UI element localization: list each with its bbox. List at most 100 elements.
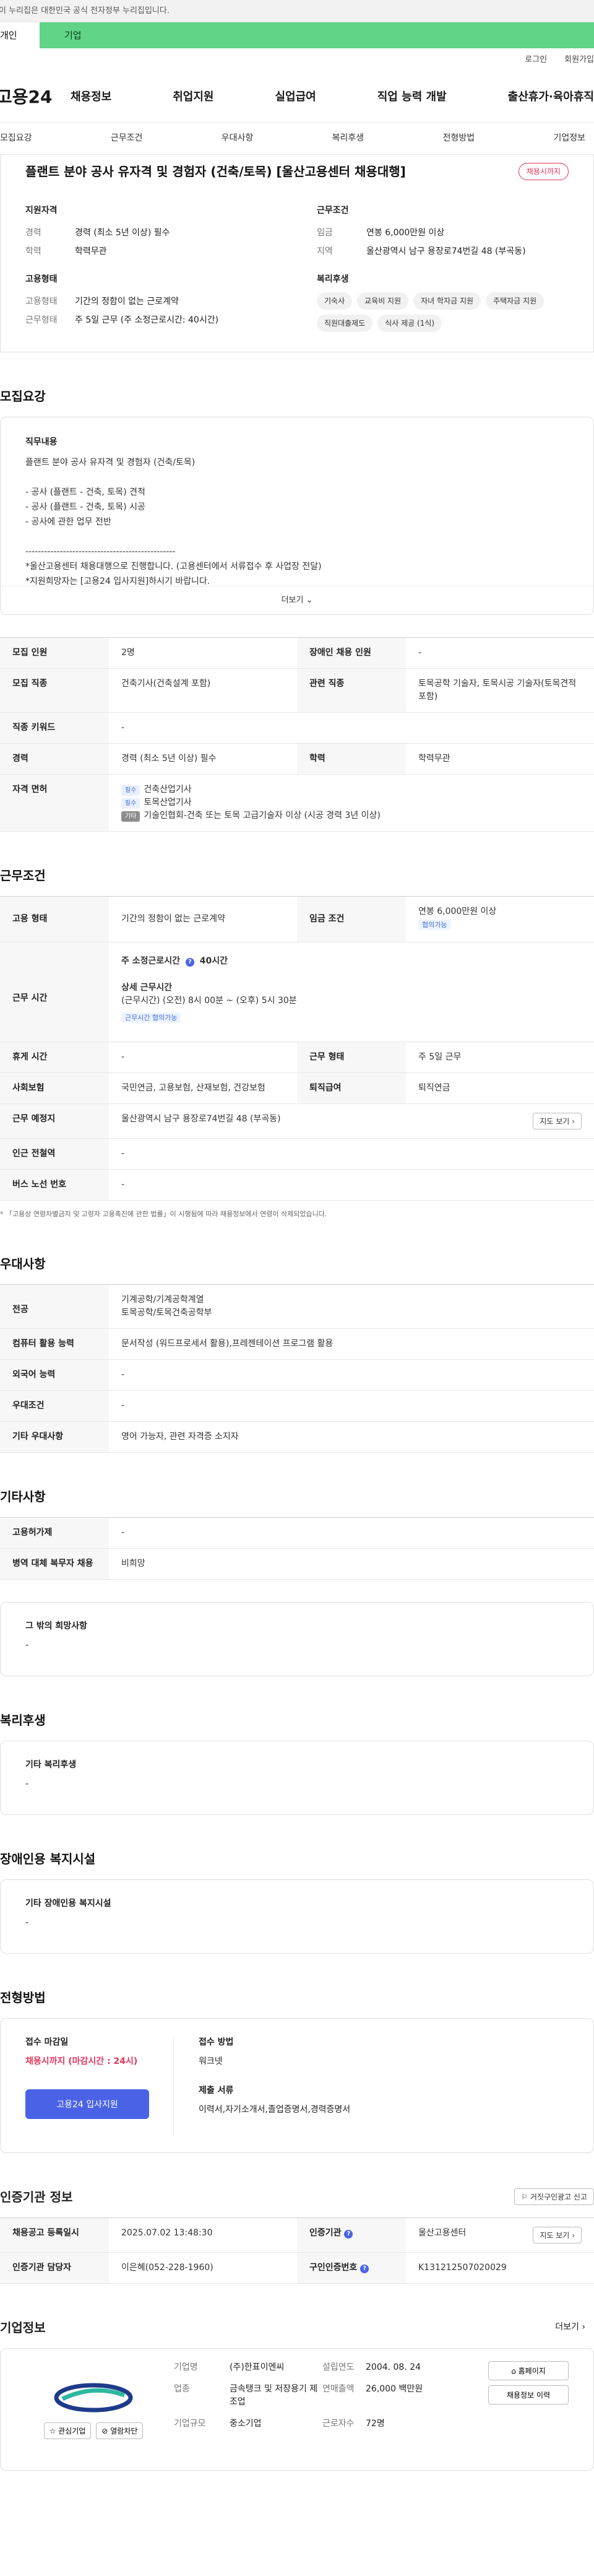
anchor-pref[interactable]: 우대사항 bbox=[222, 132, 254, 145]
section-welfare-title: 복리후생 bbox=[0, 1712, 46, 1728]
gov-banner: 이 누리집은 대한민국 공식 전자정부 누리집입니다. bbox=[0, 0, 594, 22]
company-staff-label: 근로자수 bbox=[322, 2418, 355, 2429]
block-label: 열람차단 bbox=[110, 2427, 138, 2435]
company-more-link[interactable]: 더보기 › bbox=[555, 2321, 585, 2334]
disabled-box-heading: 기타 장애인용 복지시설 bbox=[25, 1898, 111, 1908]
major-item: 토목공학/토목건축공학부 bbox=[121, 1307, 212, 1318]
break-label: 휴게 시간 bbox=[0, 1042, 109, 1073]
welfare-chip: 주택자금 지원 bbox=[486, 292, 544, 310]
more-button[interactable]: 더보기 ⌄ bbox=[1, 586, 593, 614]
report-icon: ⚐ bbox=[521, 2193, 528, 2201]
gnb-item-leave[interactable]: 출산휴가·육아휴직 bbox=[508, 89, 594, 105]
report-button[interactable]: ⚐ 거짓구인광고 신고 bbox=[514, 2188, 594, 2205]
chevron-right-icon: › bbox=[572, 2230, 575, 2240]
gnb-item-employment-support[interactable]: 취업지원 bbox=[173, 89, 213, 105]
gnb-item-jobs[interactable]: 채용정보 bbox=[71, 89, 111, 105]
disabled-label: 장애인 채용 인원 bbox=[297, 637, 406, 669]
summary-conditions: 근무조건 임금 연봉 6,000만원 이상 지역 울산광역시 남구 용장로74번길 … bbox=[317, 204, 583, 261]
welfare-box: 기타 복리후생 - bbox=[0, 1740, 594, 1815]
deadline-value: 채용시까지 (마감시간 : 24시) bbox=[25, 2056, 138, 2066]
welfare-heading: 복리후생 bbox=[317, 274, 349, 284]
career-value: 경력 (최소 5년 이상) 필수 bbox=[75, 228, 170, 238]
place-value: 울산광역시 남구 용장로74번길 48 (부곡동) 지도 보기 › bbox=[109, 1103, 594, 1139]
anchor-company[interactable]: 기업정보 bbox=[553, 132, 585, 145]
etc-pref-label: 기타 우대사항 bbox=[0, 1421, 109, 1453]
section-work-title: 근무조건 bbox=[0, 868, 46, 883]
login-link[interactable]: 로그인 bbox=[525, 54, 547, 66]
subway-value: - bbox=[109, 1138, 594, 1170]
tab-corp[interactable]: 기업 bbox=[40, 22, 594, 48]
hours-detail-value: (근무시간) (오전) 8시 00분 ~ (오후) 5시 30분 bbox=[121, 996, 297, 1006]
info-icon[interactable]: ? bbox=[185, 958, 194, 967]
report-button-label: 거짓구인광고 신고 bbox=[530, 2193, 587, 2201]
pref-cond-value: - bbox=[109, 1390, 594, 1422]
info-icon[interactable]: ? bbox=[344, 2229, 353, 2239]
org-value: 울산고용센터 지도 보기 › bbox=[406, 2217, 594, 2253]
favorite-label: 관심기업 bbox=[58, 2427, 86, 2435]
welfare-box-value: - bbox=[25, 1778, 29, 1789]
cert-id-value: K131212507020029 bbox=[406, 2252, 594, 2284]
keyword-label: 직종 키워드 bbox=[0, 712, 109, 744]
shape-label: 근무 형태 bbox=[297, 1042, 406, 1073]
pref-cond-label: 우대조건 bbox=[0, 1390, 109, 1422]
anchor-recruit[interactable]: 모집요강 bbox=[0, 132, 32, 145]
section-company-title: 기업정보 bbox=[0, 2320, 46, 2335]
anchor-welfare[interactable]: 복리후생 bbox=[332, 132, 364, 145]
license-tag: 필수 bbox=[121, 798, 140, 809]
gov-banner-text: 이 누리집은 대한민국 공식 전자정부 누리집입니다. bbox=[0, 6, 170, 15]
anchor-work[interactable]: 근무조건 bbox=[111, 132, 143, 145]
edu-row-label: 학력 bbox=[297, 743, 406, 775]
hiring-history-button[interactable]: 채용정보 이력 bbox=[488, 2385, 569, 2404]
favorite-company-button[interactable]: ☆ 관심기업 bbox=[43, 2422, 92, 2439]
wage-label: 임금 bbox=[317, 228, 333, 238]
map-button[interactable]: 지도 보기 › bbox=[533, 1113, 582, 1129]
info-icon[interactable]: ? bbox=[360, 2264, 369, 2273]
related-label: 관련 직종 bbox=[297, 668, 406, 713]
hours-main-value: 40시간 bbox=[199, 956, 228, 966]
edu-value: 학력무관 bbox=[75, 246, 107, 256]
site-logo[interactable]: 고용24 bbox=[0, 84, 71, 110]
gnb-item-training[interactable]: 직업 능력 개발 bbox=[377, 89, 447, 105]
hope-value: - bbox=[25, 1640, 29, 1650]
block-company-button[interactable]: ⊘ 열람차단 bbox=[96, 2422, 144, 2439]
staff-value: 이은혜(052-228-1960) bbox=[109, 2252, 297, 2284]
cert-id-label: 구인인증번호 ? bbox=[297, 2252, 406, 2284]
block-icon: ⊘ bbox=[101, 2427, 108, 2435]
emptype-row-value: 기간의 정함이 없는 근로계약 bbox=[109, 896, 297, 942]
company-year-value: 2004. 08. 24 bbox=[366, 2362, 421, 2372]
apply-right: 접수 방법 워크넷 제출 서류 이력서,자기소개서,졸업증명서,경력증명서 bbox=[174, 2036, 569, 2135]
etc-pref-value: 영어 가능자, 관련 자격증 소지자 bbox=[109, 1421, 594, 1453]
job-title: 플랜트 분야 공사 유자격 및 경험자 (건축/토목) [울산고용센터 채용대행… bbox=[25, 164, 406, 179]
military-value: 비희망 bbox=[109, 1548, 594, 1580]
chevron-right-icon: › bbox=[582, 2322, 585, 2332]
license-tag: 기타 bbox=[121, 811, 140, 822]
org-map-button[interactable]: 지도 보기 › bbox=[533, 2226, 582, 2243]
company-year-label: 설립연도 bbox=[322, 2362, 355, 2372]
emptype-label: 고용형태 bbox=[25, 297, 58, 307]
more-label: 더보기 bbox=[281, 595, 304, 605]
org-label-text: 인증기관 bbox=[309, 2227, 342, 2238]
section-pref-title: 우대사항 bbox=[0, 1256, 46, 1271]
gnb-item-unemployment[interactable]: 실업급여 bbox=[275, 89, 316, 105]
keyword-value: - bbox=[109, 712, 594, 744]
apply-button[interactable]: 고용24 입사지원 bbox=[25, 2089, 149, 2119]
docs-value: 이력서,자기소개서,졸업증명서,경력증명서 bbox=[199, 2104, 351, 2115]
method-heading: 접수 방법 bbox=[199, 2037, 234, 2047]
tab-personal[interactable]: 개인 bbox=[0, 22, 40, 48]
company-industry-label: 업종 bbox=[174, 2383, 190, 2394]
major-value: 기계공학/기계공학계열 토목공학/토목건축공학부 bbox=[109, 1284, 594, 1329]
homepage-button[interactable]: ⌂ 홈페이지 bbox=[488, 2361, 569, 2380]
wage-row-label: 임금 조건 bbox=[297, 896, 406, 942]
apply-box: 접수 마감일 채용시까지 (마감시간 : 24시) 고용24 입사지원 접수 방… bbox=[0, 2017, 594, 2153]
staff-label: 인증기관 담당자 bbox=[0, 2252, 109, 2284]
welfare-chip: 기숙사 bbox=[317, 292, 353, 310]
wage-amount: 연봉 6,000만원 이상 bbox=[418, 907, 497, 916]
emp-heading: 고용형태 bbox=[25, 274, 58, 284]
job-value: 건축기사(건축설계 포함) bbox=[109, 668, 297, 713]
anchor-apply[interactable]: 전형방법 bbox=[443, 132, 475, 145]
pref-table: 전공 기계공학/기계공학계열 토목공학/토목건축공학부 컴퓨터 활용 능력 문서… bbox=[0, 1284, 594, 1453]
major-item: 기계공학/기계공학계열 bbox=[121, 1294, 204, 1305]
join-link[interactable]: 회원가입 bbox=[564, 54, 594, 66]
company-name-value: (주)한표이엔씨 bbox=[230, 2362, 285, 2372]
section-disabled-title: 장애인용 복지시설 bbox=[0, 1851, 96, 1866]
